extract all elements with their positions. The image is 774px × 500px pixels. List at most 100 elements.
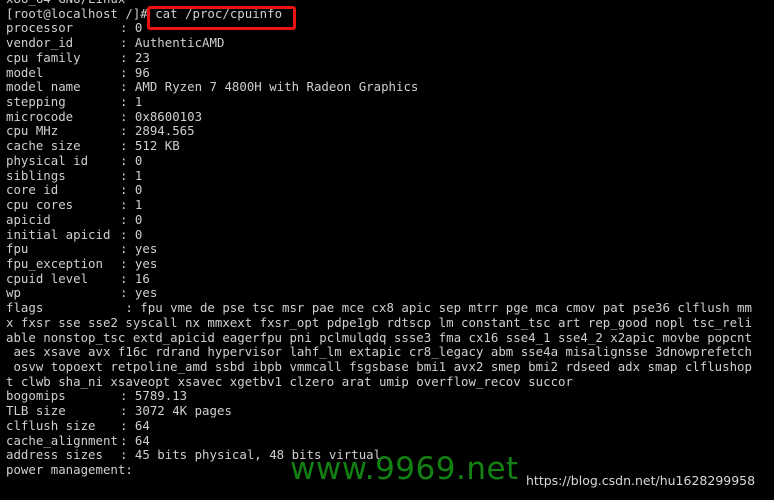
prompt-line: [root@localhost /]# cat /proc/cpuinfo <box>6 5 774 22</box>
field-key: clflush size <box>6 417 96 433</box>
field-key: cpu cores <box>6 197 74 213</box>
field-value: 64 <box>134 432 150 448</box>
watermark-blog-url: https://blog.csdn.net/hu1628299958 <box>526 473 756 488</box>
field-key: TLB size <box>6 403 66 419</box>
field-key: cpu family <box>6 49 81 65</box>
field-separator: : <box>120 108 135 124</box>
cpu-flags-block: flags : fpu vme de pse tsc msr pae mce c… <box>6 300 774 389</box>
typed-command[interactable]: cat /proc/cpuinfo <box>155 6 282 21</box>
field-value: 23 <box>134 49 150 65</box>
watermark-site: www.9969.net <box>290 451 519 487</box>
field-key: bogomips <box>6 388 66 404</box>
field-value: 1 <box>134 167 143 183</box>
field-key: physical id <box>6 152 89 168</box>
cpuinfo-field: cpu family: 23 <box>6 49 774 66</box>
terminal-output: x86_64 GNU/Linux [root@localhost /]# cat… <box>6 0 774 478</box>
field-separator: : <box>120 255 135 271</box>
field-separator: : <box>120 197 135 213</box>
field-value: 1 <box>134 94 143 110</box>
field-separator: : <box>120 182 135 198</box>
field-key: fpu_exception <box>6 255 103 271</box>
field-separator: : <box>120 241 135 257</box>
field-key: cache_alignment <box>6 432 118 448</box>
field-key: cache size <box>6 138 81 154</box>
field-separator: : <box>120 226 135 242</box>
cpuinfo-field: fpu: yes <box>6 241 774 257</box>
cpuinfo-field: bogomips: 5789.13 <box>6 389 774 404</box>
field-separator: : <box>120 152 135 168</box>
cpu-flags-line: osvw topoext retpoline_amd ssbd ibpb vmm… <box>6 358 752 374</box>
field-separator: : <box>120 49 135 65</box>
cpu-flags-line: x fxsr sse sse2 syscall nx mmxext fxsr_o… <box>6 314 752 330</box>
field-value: yes <box>134 255 158 271</box>
field-key: initial apicid <box>6 226 111 242</box>
field-separator: : <box>120 79 135 95</box>
field-value: yes <box>134 285 158 301</box>
field-key: core id <box>6 182 59 198</box>
field-value: 0 <box>134 182 143 198</box>
field-key: vendor_id <box>6 35 74 51</box>
cpuinfo-field: core id: 0 <box>6 182 774 198</box>
cpuinfo-field: physical id: 0 <box>6 152 774 169</box>
field-key: cpuid level <box>6 270 89 286</box>
cpuinfo-field-list: processor: 0 vendor_id: AuthenticAMD cpu… <box>6 21 774 301</box>
cpuinfo-field: apicid: 0 <box>6 211 774 228</box>
field-value: 64 <box>134 417 150 433</box>
field-separator: : <box>120 432 135 448</box>
field-separator: : <box>120 403 135 419</box>
field-key: processor <box>6 20 74 36</box>
field-value: AMD Ryzen 7 4800H with Radeon Graphics <box>134 79 419 95</box>
field-separator: : <box>120 138 135 154</box>
field-value: 2894.565 <box>134 123 195 139</box>
field-key: cpu MHz <box>6 123 59 139</box>
terminal-window[interactable]: x86_64 GNU/Linux [root@localhost /]# cat… <box>0 0 774 500</box>
field-key: siblings <box>6 167 66 183</box>
field-separator: : <box>120 388 135 404</box>
field-value: 1 <box>134 197 143 213</box>
field-separator: : <box>120 123 135 139</box>
cpuinfo-field: clflush size: 64 <box>6 417 774 434</box>
field-key: wp <box>6 285 21 301</box>
field-value: 512 KB <box>134 138 180 154</box>
cpuinfo-field: cpu cores: 1 <box>6 197 774 213</box>
field-separator: : <box>120 35 135 51</box>
cpuinfo-field: model name: AMD Ryzen 7 4800H with Radeo… <box>6 79 774 95</box>
field-separator: : <box>120 167 135 183</box>
field-value: 0 <box>134 211 143 227</box>
cpuinfo-field: siblings: 1 <box>6 167 774 184</box>
field-value: 3072 4K pages <box>134 403 232 419</box>
field-separator: : <box>120 20 135 36</box>
cpu-flags-line: flags : fpu vme de pse tsc msr pae mce c… <box>6 300 752 316</box>
field-value: 0 <box>134 20 143 36</box>
field-key: apicid <box>6 211 51 227</box>
field-separator: : <box>120 285 135 301</box>
cpuinfo-field: microcode: 0x8600103 <box>6 108 774 125</box>
cpuinfo-field: cache_alignment: 64 <box>6 432 774 449</box>
field-separator: : <box>120 64 135 80</box>
field-value: 5789.13 <box>134 388 188 404</box>
cpuinfo-field: stepping: 1 <box>6 94 774 110</box>
field-value: AuthenticAMD <box>134 35 225 51</box>
field-separator: : <box>120 270 135 286</box>
field-key: model <box>6 64 44 80</box>
field-key: address sizes <box>6 447 103 463</box>
field-key: fpu <box>6 241 29 257</box>
shell-prompt: [root@localhost /]# <box>6 5 148 21</box>
field-value: 16 <box>134 270 150 286</box>
field-separator: : <box>120 417 135 433</box>
field-value: yes <box>134 241 158 257</box>
cpuinfo-field: model: 96 <box>6 64 774 81</box>
cpuinfo-field: processor: 0 <box>6 21 774 36</box>
field-separator: : <box>120 94 135 110</box>
field-value: 0x8600103 <box>134 108 203 124</box>
field-separator: : <box>120 211 135 227</box>
cpu-flags-line: aes xsave avx f16c rdrand hypervisor lah… <box>6 344 752 360</box>
cpu-flags-line: t clwb sha_ni xsaveopt xsavec xgetbv1 cl… <box>6 373 573 389</box>
field-value: 0 <box>134 226 143 242</box>
field-key: model name <box>6 79 81 95</box>
field-key: microcode <box>6 108 74 124</box>
field-value: 96 <box>134 64 150 80</box>
cpuinfo-field: cpu MHz: 2894.565 <box>6 124 774 139</box>
field-separator: : <box>120 447 135 463</box>
field-key: stepping <box>6 94 66 110</box>
